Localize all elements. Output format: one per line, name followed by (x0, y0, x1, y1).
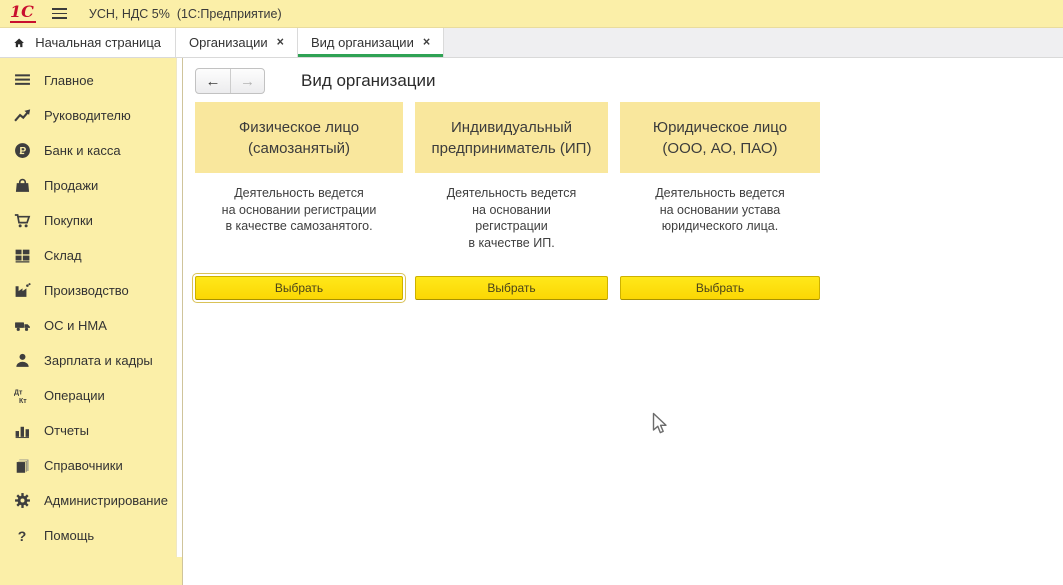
sidebar-item-label: Помощь (44, 528, 94, 543)
card-legal-entity: Юридическое лицо (ООО, АО, ПАО) Деятельн… (620, 102, 820, 300)
card-title: Индивидуальный предприниматель (ИП) (415, 102, 608, 173)
debit-credit-icon: Дт Кт (13, 387, 31, 405)
sidebar: Главное Руководителю Р Банк и касса (0, 58, 183, 585)
sidebar-item-help[interactable]: ? Помощь (0, 518, 182, 553)
gear-icon (13, 492, 31, 510)
main-content: ← → Вид организации Физическое лицо (сам… (183, 58, 1063, 585)
select-legal-entity-button[interactable]: Выбрать (620, 276, 820, 300)
sidebar-item-label: Руководителю (44, 108, 131, 123)
1c-logo: 1С (10, 4, 36, 23)
svg-text:Р: Р (19, 146, 26, 157)
card-description: Деятельность ведется на основании устава… (620, 185, 820, 276)
sidebar-item-label: Покупки (44, 213, 93, 228)
tab-organizations[interactable]: Организации × (176, 28, 298, 57)
bar-chart-icon (13, 422, 31, 440)
tab-organization-type[interactable]: Вид организации × (298, 28, 444, 57)
card-individual-entrepreneur: Индивидуальный предприниматель (ИП) Деят… (415, 102, 608, 300)
sidebar-item-label: Производство (44, 283, 129, 298)
shopping-bag-icon (13, 177, 31, 195)
sidebar-item-reports[interactable]: Отчеты (0, 413, 182, 448)
books-icon (13, 457, 31, 475)
sidebar-item-sales[interactable]: Продажи (0, 168, 182, 203)
main-menu-icon[interactable] (52, 8, 67, 19)
sidebar-item-label: Справочники (44, 458, 123, 473)
sidebar-item-label: ОС и НМА (44, 318, 107, 333)
select-self-employed-button[interactable]: Выбрать (195, 276, 403, 300)
ruble-circle-icon: Р (13, 142, 31, 160)
factory-icon (13, 282, 31, 300)
sidebar-item-label: Банк и касса (44, 143, 121, 158)
sidebar-item-main[interactable]: Главное (0, 63, 182, 98)
window-titlebar: 1С УСН, НДС 5% (1С:Предприятие) (0, 0, 1063, 28)
tab-label: Вид организации (311, 35, 414, 50)
card-description: Деятельность ведется на основании регист… (195, 185, 403, 276)
card-description: Деятельность ведется на основании регист… (415, 185, 608, 276)
tab-home[interactable]: Начальная страница (0, 28, 176, 57)
menu-lines-icon (13, 72, 31, 90)
sidebar-item-directories[interactable]: Справочники (0, 448, 182, 483)
sidebar-item-label: Склад (44, 248, 82, 263)
back-button[interactable]: ← (196, 69, 230, 93)
sidebar-item-fixed-assets[interactable]: ОС и НМА (0, 308, 182, 343)
shopping-cart-icon (13, 212, 31, 230)
warehouse-grid-icon (13, 247, 31, 265)
sidebar-item-label: Продажи (44, 178, 98, 193)
sidebar-item-label: Операции (44, 388, 105, 403)
person-icon (13, 352, 31, 370)
sidebar-item-bank[interactable]: Р Банк и касса (0, 133, 182, 168)
window-title: УСН, НДС 5% (1С:Предприятие) (89, 7, 282, 21)
sidebar-item-label: Главное (44, 73, 94, 88)
card-self-employed: Физическое лицо (самозанятый) Деятельнос… (195, 102, 403, 300)
close-icon[interactable]: × (277, 36, 284, 49)
sidebar-item-purchases[interactable]: Покупки (0, 203, 182, 238)
sidebar-item-manager[interactable]: Руководителю (0, 98, 182, 133)
home-icon (14, 36, 24, 50)
history-nav-group: ← → (195, 68, 265, 94)
select-entrepreneur-button[interactable]: Выбрать (415, 276, 608, 300)
svg-text:Дт: Дт (14, 389, 23, 396)
question-icon: ? (13, 527, 31, 545)
card-title: Юридическое лицо (ООО, АО, ПАО) (620, 102, 820, 173)
page-title: Вид организации (301, 71, 436, 91)
close-icon[interactable]: × (423, 36, 430, 49)
organization-type-cards: Физическое лицо (самозанятый) Деятельнос… (195, 102, 1063, 300)
sidebar-item-payroll[interactable]: Зарплата и кадры (0, 343, 182, 378)
sidebar-item-operations[interactable]: Дт Кт Операции (0, 378, 182, 413)
tab-bar: Начальная страница Организации × Вид орг… (0, 28, 1063, 58)
sidebar-item-label: Отчеты (44, 423, 89, 438)
trend-arrow-icon (13, 107, 31, 125)
sidebar-item-administration[interactable]: Администрирование (0, 483, 182, 518)
tab-label: Организации (189, 35, 268, 50)
truck-icon (13, 317, 31, 335)
forward-button[interactable]: → (230, 69, 264, 93)
tab-home-label: Начальная страница (35, 35, 161, 50)
sidebar-item-production[interactable]: Производство (0, 273, 182, 308)
sidebar-item-label: Зарплата и кадры (44, 353, 153, 368)
card-title: Физическое лицо (самозанятый) (195, 102, 403, 173)
sidebar-item-warehouse[interactable]: Склад (0, 238, 182, 273)
sidebar-scrollbar[interactable] (176, 58, 182, 557)
active-tab-underline (298, 54, 443, 57)
svg-text:Кт: Кт (19, 398, 27, 405)
sidebar-item-label: Администрирование (44, 493, 168, 508)
